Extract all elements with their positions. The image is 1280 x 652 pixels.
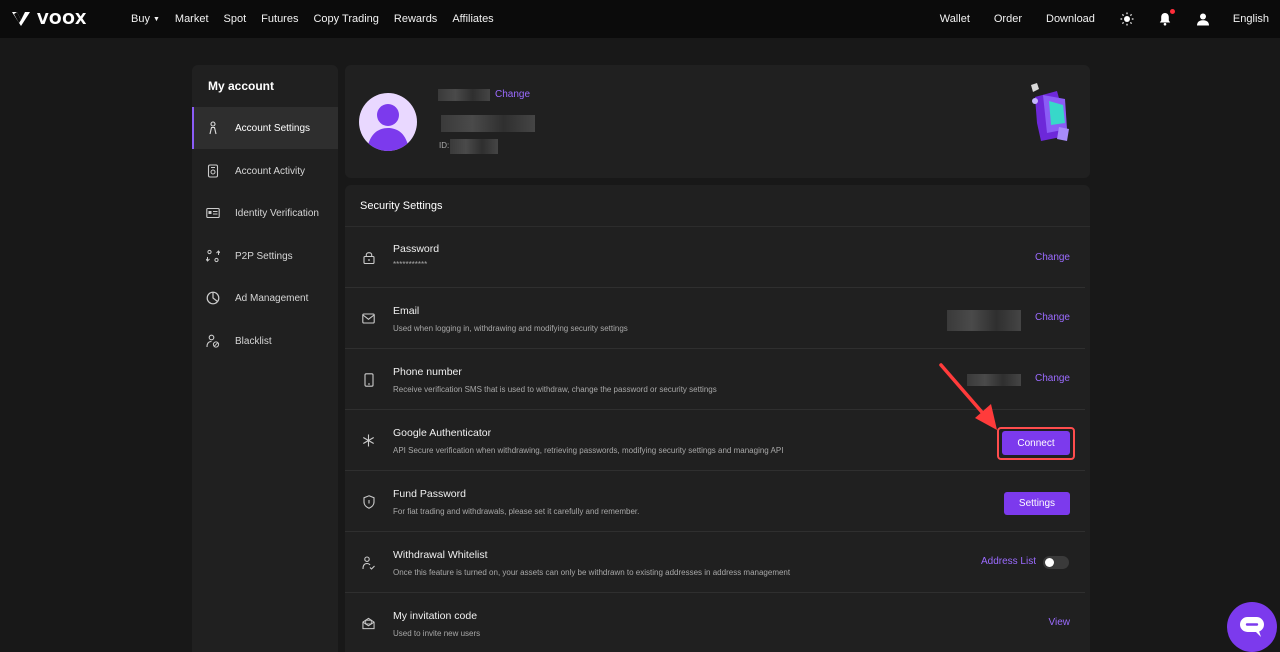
nav-wallet[interactable]: Wallet: [940, 13, 970, 25]
address-list-link[interactable]: Address List: [981, 556, 1036, 567]
row-description: For fiat trading and withdrawals, please…: [393, 507, 640, 516]
fund-password-settings-button[interactable]: Settings: [1004, 492, 1070, 515]
main-nav: Buy ▼ Market Spot Futures Copy Trading Re…: [131, 0, 509, 38]
sidebar-item-p2p-settings[interactable]: P2P Settings: [192, 235, 338, 277]
row-title: Withdrawal Whitelist: [393, 549, 488, 561]
row-title: Email: [393, 305, 420, 317]
security-settings-title: Security Settings: [360, 200, 443, 212]
voox-logo-icon: [12, 12, 30, 26]
nav-spot[interactable]: Spot: [224, 13, 247, 25]
sidebar-title: My account: [208, 79, 275, 93]
sidebar-item-identity-verification[interactable]: Identity Verification: [192, 192, 338, 234]
security-row-invitation-code: My invitation code Used to invite new us…: [345, 593, 1090, 652]
avatar[interactable]: [359, 93, 417, 151]
security-row-email: Email Used when logging in, withdrawing …: [345, 288, 1090, 349]
email-redacted: [947, 310, 1021, 331]
sidebar-item-ad-management[interactable]: Ad Management: [192, 277, 338, 319]
row-description: Receive verification SMS that is used to…: [393, 385, 717, 394]
security-row-password: Password *********** Change: [345, 227, 1090, 288]
user-id-label: ID:: [439, 141, 450, 150]
view-invitation-code-link[interactable]: View: [1049, 617, 1071, 628]
row-title: Password: [393, 243, 440, 255]
nav-right: Wallet Order Download English: [940, 0, 1280, 38]
row-description: Once this feature is turned on, your ass…: [393, 568, 791, 577]
connect-google-authenticator-button[interactable]: Connect: [1002, 431, 1070, 455]
crystal-illustration-icon: [1031, 83, 1069, 141]
sidebar-item-account-activity[interactable]: Account Activity: [192, 150, 338, 192]
brand-name: VOOX: [37, 10, 87, 28]
nav-buy-label: Buy: [131, 13, 150, 25]
support-chat-button[interactable]: [1227, 602, 1277, 652]
theme-sun-icon[interactable]: [1119, 11, 1135, 27]
nav-download[interactable]: Download: [1046, 13, 1095, 25]
security-row-fund-password: Fund Password For fiat trading and withd…: [345, 471, 1090, 532]
nav-market[interactable]: Market: [175, 13, 209, 25]
invite-icon: [362, 617, 375, 630]
password-masked: ***********: [393, 260, 428, 269]
person-icon: [206, 121, 220, 135]
nav-rewards[interactable]: Rewards: [394, 13, 437, 25]
row-description: Used when logging in, withdrawing and mo…: [393, 324, 628, 333]
whitelist-icon: [362, 555, 375, 570]
row-title: Phone number: [393, 366, 462, 378]
sidebar-item-label: Account Activity: [235, 165, 306, 177]
lock-icon: [362, 251, 375, 264]
asterisk-icon: [362, 434, 375, 447]
profile-card: Change ID:: [345, 65, 1090, 178]
change-email-link[interactable]: Change: [1035, 312, 1070, 323]
id-card-icon: [206, 206, 220, 220]
row-title: Fund Password: [393, 488, 466, 500]
sidebar-item-account-settings[interactable]: Account Settings: [192, 107, 338, 149]
language-selector[interactable]: English: [1233, 13, 1269, 25]
nav-copy-trading[interactable]: Copy Trading: [313, 13, 378, 25]
chat-bubble-icon: [1240, 617, 1264, 637]
phone-icon: [362, 372, 375, 387]
row-title: Google Authenticator: [393, 427, 492, 439]
avatar-person-icon: [367, 104, 409, 151]
nav-buy[interactable]: Buy ▼: [131, 13, 160, 25]
notification-dot: [1169, 9, 1175, 14]
shield-icon: [362, 494, 375, 509]
chevron-down-icon: ▼: [152, 16, 160, 23]
activity-icon: [206, 164, 220, 178]
p2p-icon: [206, 249, 220, 263]
sidebar-item-blacklist[interactable]: Blacklist: [192, 320, 338, 362]
whitelist-toggle[interactable]: [1043, 556, 1069, 569]
mail-icon: [362, 312, 375, 325]
user-profile-icon[interactable]: [1195, 11, 1211, 27]
red-arrow-annotation: [939, 363, 997, 430]
change-password-link[interactable]: Change: [1035, 252, 1070, 263]
nav-affiliates[interactable]: Affiliates: [452, 13, 493, 25]
sidebar-item-label: P2P Settings: [235, 250, 293, 262]
nav-futures[interactable]: Futures: [261, 13, 298, 25]
row-description: API Secure verification when withdrawing…: [393, 446, 784, 455]
sidebar-item-label: Blacklist: [235, 335, 272, 347]
toggle-knob: [1045, 558, 1054, 567]
notification-bell-icon[interactable]: [1157, 9, 1175, 27]
user-block-icon: [206, 334, 220, 348]
account-redacted: [441, 115, 535, 132]
row-title: My invitation code: [393, 610, 478, 622]
brand-logo[interactable]: VOOX: [11, 10, 87, 28]
sidebar-item-label: Ad Management: [235, 292, 309, 304]
change-nickname-link[interactable]: Change: [495, 89, 530, 100]
nickname-redacted: [438, 89, 490, 101]
user-id-redacted: [450, 139, 498, 154]
top-navbar: VOOX Buy ▼ Market Spot Futures Copy Tradi…: [0, 0, 1280, 38]
nav-order[interactable]: Order: [994, 13, 1022, 25]
security-row-withdrawal-whitelist: Withdrawal Whitelist Once this feature i…: [345, 532, 1090, 593]
row-description: Used to invite new users: [393, 629, 481, 638]
pie-chart-icon: [206, 291, 220, 305]
sidebar-item-label: Account Settings: [235, 122, 311, 134]
sidebar-item-label: Identity Verification: [235, 207, 319, 219]
change-phone-link[interactable]: Change: [1035, 373, 1070, 384]
account-sidebar: My account Account Settings Account Acti…: [192, 65, 338, 652]
